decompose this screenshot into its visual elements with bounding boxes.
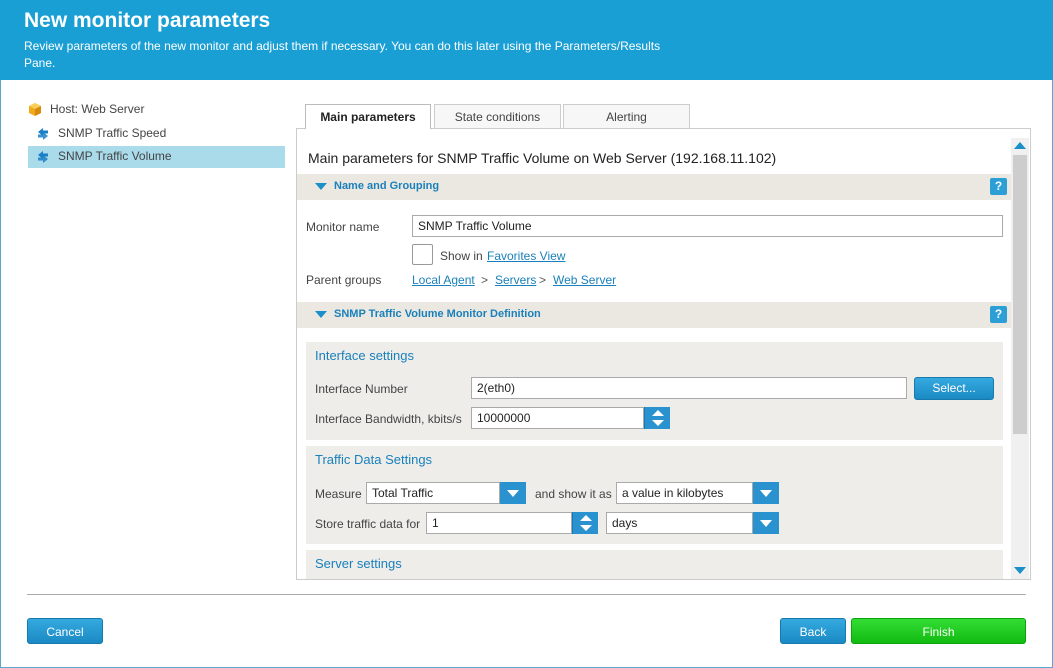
favorites-view-link[interactable]: Favorites View — [487, 249, 565, 263]
scroll-up-icon[interactable] — [1014, 142, 1026, 149]
interface-bandwidth-input[interactable]: 10000000 — [471, 407, 644, 429]
spin-up-icon — [652, 410, 664, 416]
collapse-triangle-icon — [315, 183, 327, 190]
snmp-monitor-icon — [38, 151, 48, 163]
server-settings-group: Server settings — [306, 550, 1003, 579]
spin-up-icon — [580, 515, 592, 521]
parent-group-web-server-link[interactable]: Web Server — [553, 273, 616, 287]
chevron-down-icon — [507, 490, 519, 497]
section-title: SNMP Traffic Volume Monitor Definition — [334, 308, 541, 320]
select-interface-button[interactable]: Select... — [914, 377, 994, 400]
store-unit-dropdown-button[interactable] — [753, 512, 779, 534]
panel-title: Main parameters for SNMP Traffic Volume … — [308, 150, 777, 166]
footer-divider — [27, 594, 1026, 595]
cancel-button[interactable]: Cancel — [27, 618, 103, 644]
store-traffic-label: Store traffic data for — [315, 517, 421, 531]
measure-label: Measure — [315, 487, 362, 501]
group-title: Interface settings — [315, 348, 414, 363]
traffic-data-settings-group: Traffic Data Settings Measure Total Traf… — [306, 446, 1003, 544]
tree-item-label: SNMP Traffic Speed — [58, 126, 167, 140]
interface-settings-group: Interface settings Interface Number 2(et… — [306, 342, 1003, 440]
help-icon[interactable]: ? — [990, 306, 1007, 323]
group-title: Traffic Data Settings — [315, 452, 433, 467]
help-icon[interactable]: ? — [990, 178, 1007, 195]
section-title: Name and Grouping — [334, 180, 440, 192]
show-as-label: and show it as — [535, 487, 612, 501]
show-as-dropdown-button[interactable] — [753, 482, 779, 504]
finish-button[interactable]: Finish — [851, 618, 1026, 644]
tree-host-node[interactable]: Host: Web Server — [28, 100, 285, 122]
tab-main-parameters[interactable]: Main parameters — [305, 104, 431, 129]
favorites-checkbox[interactable] — [412, 244, 433, 265]
interface-number-input[interactable]: 2(eth0) — [471, 377, 907, 399]
tree-item-label: SNMP Traffic Volume — [58, 149, 172, 163]
group-title: Server settings — [315, 556, 402, 571]
main-parameters-panel: Main parameters for SNMP Traffic Volume … — [296, 128, 1031, 580]
store-duration-spinner[interactable] — [572, 512, 598, 534]
monitor-tree: Host: Web Server SNMP Traffic Speed SNMP… — [28, 100, 285, 168]
snmp-monitor-icon — [38, 128, 48, 140]
monitor-name-label: Monitor name — [306, 220, 380, 234]
chevron-down-icon — [760, 520, 772, 527]
spin-down-icon — [580, 525, 592, 531]
parent-group-local-agent-link[interactable]: Local Agent — [412, 273, 475, 287]
show-in-label: Show in — [440, 249, 483, 263]
tree-item-snmp-traffic-volume[interactable]: SNMP Traffic Volume — [28, 146, 285, 168]
scroll-thumb[interactable] — [1013, 155, 1027, 434]
parent-groups-label: Parent groups — [306, 273, 382, 287]
monitor-definition-section-header[interactable]: SNMP Traffic Volume Monitor Definition ? — [297, 302, 1012, 328]
breadcrumb-separator: > — [539, 273, 547, 287]
store-unit-select[interactable]: days — [606, 512, 753, 534]
breadcrumb-separator: > — [481, 273, 489, 287]
tree-host-label: Host: Web Server — [50, 102, 145, 116]
chevron-down-icon — [760, 490, 772, 497]
measure-select[interactable]: Total Traffic — [366, 482, 500, 504]
panel-scrollbar[interactable] — [1011, 138, 1029, 579]
measure-dropdown-button[interactable] — [500, 482, 526, 504]
interface-bandwidth-label: Interface Bandwidth, kbits/s — [315, 412, 462, 426]
dialog-header: New monitor parameters Review parameters… — [0, 0, 1053, 80]
show-as-select[interactable]: a value in kilobytes — [616, 482, 753, 504]
bandwidth-spinner[interactable] — [644, 407, 670, 429]
collapse-triangle-icon — [315, 311, 327, 318]
monitor-name-input[interactable]: SNMP Traffic Volume — [412, 215, 1003, 237]
dialog-subtitle: Review parameters of the new monitor and… — [24, 39, 661, 70]
tab-state-conditions[interactable]: State conditions — [434, 104, 561, 128]
interface-number-label: Interface Number — [315, 382, 408, 396]
back-button[interactable]: Back — [780, 618, 846, 644]
dialog-title: New monitor parameters — [24, 9, 271, 32]
name-grouping-section-header[interactable]: Name and Grouping ? — [297, 174, 1012, 200]
parent-group-servers-link[interactable]: Servers — [495, 273, 536, 287]
tab-alerting[interactable]: Alerting — [563, 104, 690, 128]
spin-down-icon — [652, 420, 664, 426]
host-icon — [29, 103, 41, 116]
scroll-down-icon[interactable] — [1014, 567, 1026, 574]
tree-item-snmp-traffic-speed[interactable]: SNMP Traffic Speed — [28, 123, 285, 145]
store-duration-input[interactable]: 1 — [426, 512, 572, 534]
